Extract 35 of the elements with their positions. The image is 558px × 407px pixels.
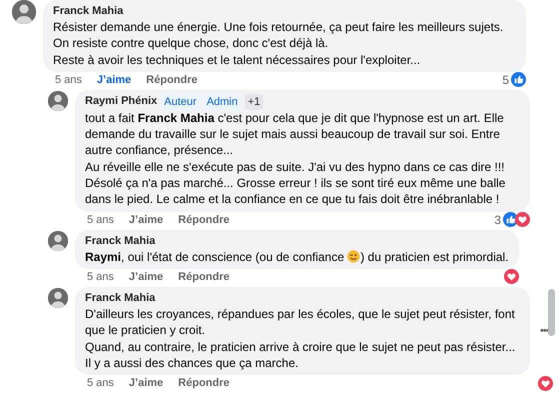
reply-link[interactable]: Répondre [178, 212, 230, 227]
avatar-silhouette-icon [12, 0, 36, 24]
comment-text: Raymi, oui l'état de conscience (ou de confiance ) du praticien est primordial. [85, 248, 509, 265]
avatar[interactable] [12, 0, 36, 24]
like-link[interactable]: J’aime [96, 72, 132, 87]
avatar[interactable] [48, 230, 68, 251]
author-badge: Admin [204, 94, 241, 110]
comment-time[interactable]: 5 ans [87, 212, 114, 227]
scrollbar-thumb[interactable] [548, 289, 555, 336]
comment-time[interactable]: 5 ans [87, 376, 114, 390]
avatar[interactable] [48, 288, 68, 308]
reply-link[interactable]: Répondre [178, 376, 230, 390]
avatar-silhouette-icon [48, 90, 68, 111]
like-link[interactable]: J’aime [128, 270, 164, 284]
author-badge: Auteur [161, 94, 200, 110]
reaction-count[interactable]: 5 [502, 72, 509, 87]
comment-time[interactable]: 5 ans [55, 72, 82, 87]
author-name[interactable]: Franck Mahia [85, 234, 156, 249]
avatar[interactable] [48, 90, 68, 111]
author-name[interactable]: Franck Mahia [85, 290, 156, 306]
comment-text: Résister demande une énergie. Une fois retournée, ça peut faire les meilleurs sujets. On resiste contre quelque chose, donc c'est déjà là. Reste à avoir les techniques et le talent nécessaires pour l'exploiter... [53, 19, 504, 68]
reply-link[interactable]: Répondre [178, 270, 230, 284]
author-badge: +1 [244, 94, 264, 110]
author-name[interactable]: Franck Mahia [53, 4, 124, 19]
comment-text: D'ailleurs les croyances, répandues par les écoles, que le sujet peut résister, font que le praticien y croit. Quand, au contraire, le praticien arrive à croire que le sujet ne peut pas résister... Il y a aussi des chances que ça marche. [85, 306, 516, 372]
comment-time[interactable]: 5 ans [87, 270, 114, 284]
comment-text: tout a fait Franck Mahia c'est pour cela que je dit que l'hypnose est un art. Elle demande du travaille sur le sujet mais aussi beaucoup de travail sur soi. Entre autre confiance, présence... Au réveille elle ne s'exécute pas de suite. J'ai vu des hypno dans ce cas dire !!! Désolé ça n'a pas marché... Grosse erreur ! ils se sont tiré eux même une balle dans le pied. Le calme et la confiance en ce que tu fais doit être inébranlable ! [85, 110, 506, 208]
like-link[interactable]: J’aime [128, 376, 164, 390]
like-link[interactable]: J’aime [128, 212, 164, 227]
avatar-silhouette-icon [48, 230, 68, 251]
avatar-silhouette-icon [48, 288, 68, 308]
winking-face-icon [347, 250, 360, 263]
author-name[interactable]: Raymi Phénix [85, 94, 158, 110]
reaction-count[interactable]: 3 [494, 212, 501, 227]
reply-link[interactable]: Répondre [146, 72, 198, 87]
